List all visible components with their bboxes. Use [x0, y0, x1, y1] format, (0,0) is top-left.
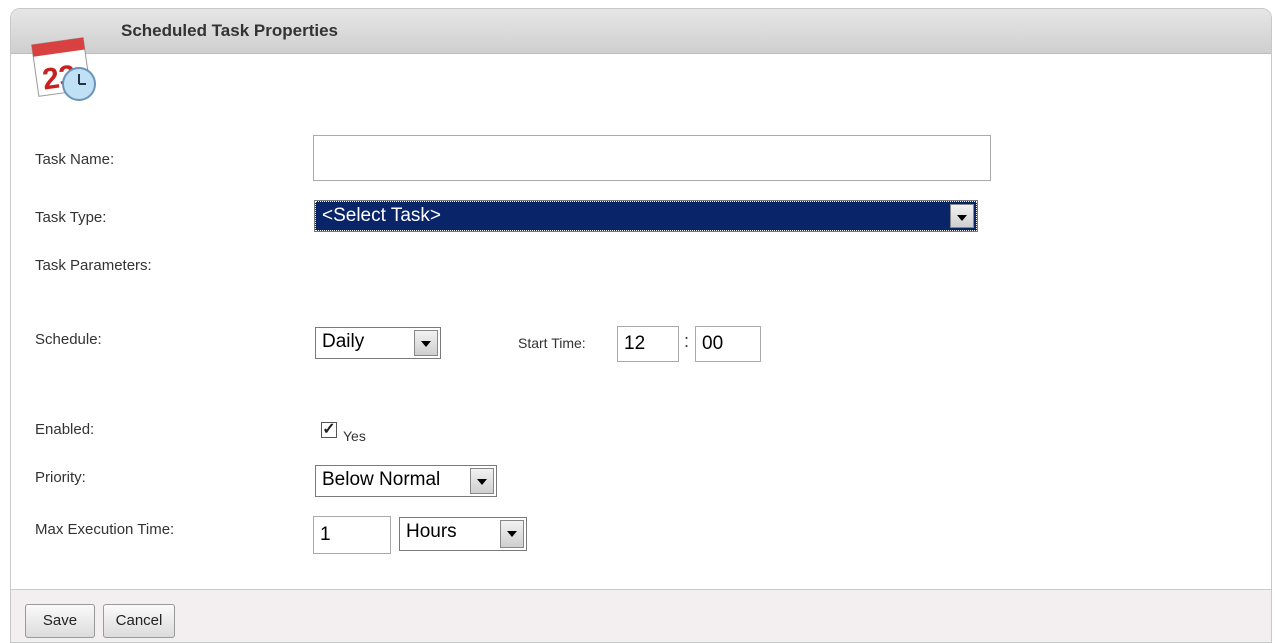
form-footer: Save Cancel: [11, 589, 1271, 642]
task-name-input[interactable]: [313, 135, 991, 181]
priority-value: Below Normal: [322, 469, 441, 490]
calendar-clock-icon: 23: [31, 37, 96, 101]
enabled-label: Enabled:: [35, 421, 95, 438]
panel-title: Scheduled Task Properties: [121, 21, 338, 40]
enabled-yes-label: Yes: [343, 428, 366, 444]
schedule-select[interactable]: Daily: [315, 327, 441, 359]
start-hour-input[interactable]: [617, 326, 679, 362]
enabled-checkbox[interactable]: ✓: [321, 422, 337, 438]
chevron-down-icon[interactable]: [414, 330, 438, 356]
scheduled-task-panel: Scheduled Task Properties 23 Task Name: …: [10, 8, 1272, 643]
task-type-select[interactable]: <Select Task>: [314, 200, 978, 232]
task-name-label: Task Name:: [35, 151, 115, 168]
execution-unit-select[interactable]: Hours: [399, 517, 527, 551]
save-button[interactable]: Save: [25, 604, 95, 638]
cancel-button[interactable]: Cancel: [103, 604, 175, 638]
chevron-down-icon[interactable]: [470, 468, 494, 494]
task-type-label: Task Type:: [35, 209, 107, 226]
execution-unit-value: Hours: [406, 521, 457, 542]
task-type-value: <Select Task>: [322, 205, 442, 226]
start-time-label: Start Time:: [518, 335, 586, 351]
max-execution-time-label: Max Execution Time:: [35, 521, 175, 538]
chevron-down-icon[interactable]: [950, 204, 974, 228]
title-bar: Scheduled Task Properties: [11, 9, 1271, 54]
priority-select[interactable]: Below Normal: [315, 465, 497, 497]
priority-label: Priority:: [35, 469, 86, 486]
start-minute-input[interactable]: [695, 326, 761, 362]
time-separator: :: [684, 331, 690, 351]
schedule-label: Schedule:: [35, 331, 102, 348]
task-parameters-label: Task Parameters:: [35, 257, 152, 274]
max-execution-time-input[interactable]: [313, 516, 391, 554]
schedule-value: Daily: [322, 331, 365, 352]
chevron-down-icon[interactable]: [500, 520, 524, 548]
